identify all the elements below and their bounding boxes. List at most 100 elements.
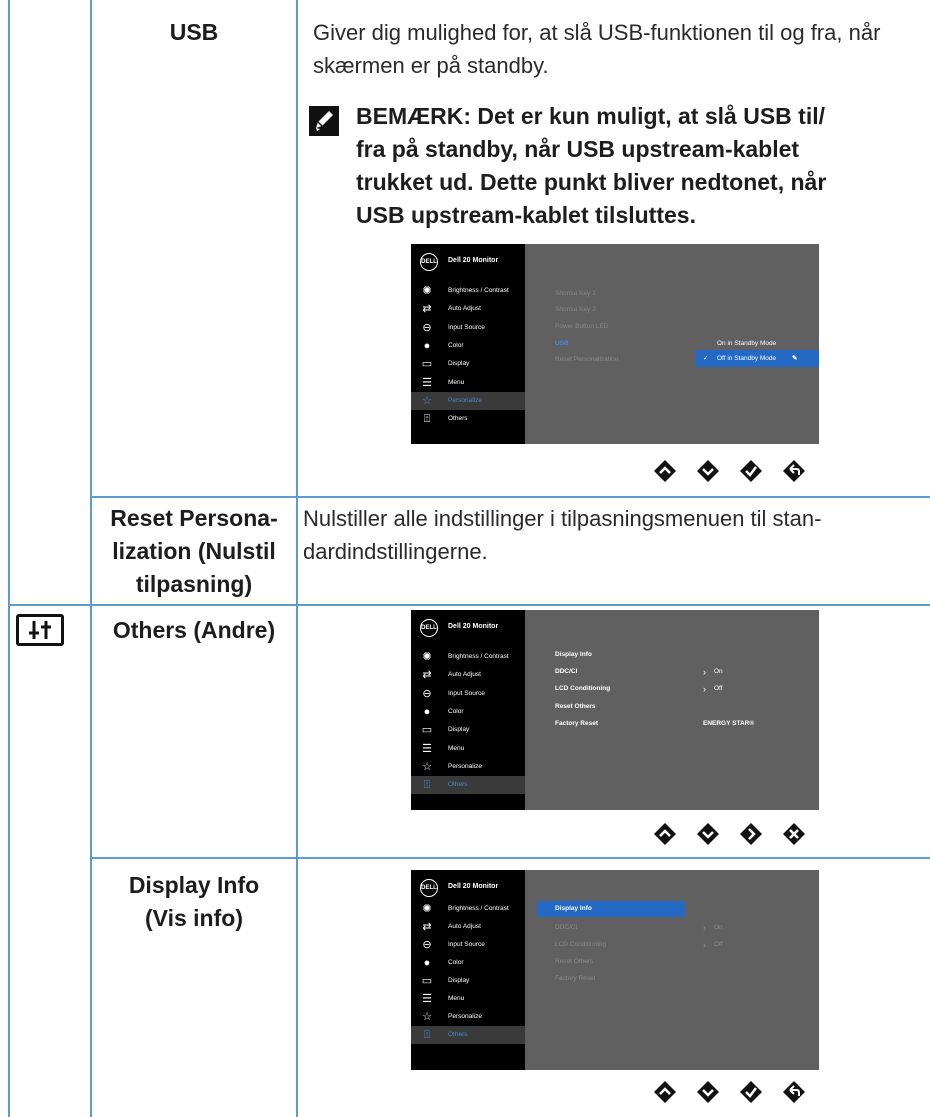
usb-label: USB xyxy=(169,19,219,45)
color-icon: ● xyxy=(423,957,431,969)
usb-description: Giver dig mulighed for, at slå USB-funkt… xyxy=(313,20,881,78)
display-info-label: Display Info (Vis info) xyxy=(128,872,260,931)
osd-item-display-info: Display Info xyxy=(555,905,592,912)
osd-ddc-value: On xyxy=(714,924,723,931)
display-icon: ▭ xyxy=(421,724,433,736)
osd-personalize-usb: DELL Dell 20 Monitor ✺ Brightness / Contr… xyxy=(411,244,819,444)
right-button-icon xyxy=(740,823,762,845)
table-left-border xyxy=(8,0,10,1117)
display-icon: ▭ xyxy=(421,975,433,987)
osd-right-panel xyxy=(525,610,819,810)
osd-arrow-icon: › xyxy=(703,940,706,950)
osd-nav-buttons-1 xyxy=(653,459,813,483)
osd-menu-others: ⍐ Others xyxy=(411,1026,525,1044)
osd-item-ddc-ci: DDC/CI xyxy=(555,668,578,675)
osd-item-usb: USB xyxy=(555,340,569,347)
osd-pencil-icon: ✎ xyxy=(792,355,798,362)
osd-item-shortcut-2: Shorcut Key 2 xyxy=(555,306,596,313)
osd-lcd-value: Off xyxy=(714,941,723,948)
osd-menu-auto-adjust: ⇄ Auto Adjust xyxy=(411,918,525,936)
osd-item-display-info: Display Info xyxy=(555,651,592,658)
input-source-icon: ⊖ xyxy=(422,688,432,700)
osd-factory-value: ENERGY STAR® xyxy=(703,720,755,727)
osd-menu-brightness: ✺ Brightness / Contrast xyxy=(411,282,525,300)
menu-icon: ☰ xyxy=(422,743,432,755)
osd-menu-auto-adjust: ⇄ Auto Adjust xyxy=(411,300,525,318)
row-divider-others xyxy=(8,604,930,606)
exit-button-icon xyxy=(783,823,805,845)
dell-logo: DELL xyxy=(420,619,438,637)
osd-title: Dell 20 Monitor xyxy=(448,257,499,264)
dell-logo: DELL xyxy=(420,253,438,271)
osd-item-factory-reset: Factory Reset xyxy=(555,975,596,982)
osd-menu-brightness: ✺ Brightness / Contrast xyxy=(411,900,525,918)
note-line: USB upstream-kablet tilsluttes. xyxy=(356,202,696,228)
others-icon: ⍐ xyxy=(423,413,431,425)
dell-logo: DELL xyxy=(420,879,438,897)
osd-menu-display: ▭ Display xyxy=(421,358,470,370)
osd-menu-display: ▭ Display xyxy=(421,975,470,987)
personalize-icon: ☆ xyxy=(422,761,432,773)
color-icon: ● xyxy=(423,340,431,352)
others-icon: ⍐ xyxy=(423,1029,431,1041)
back-button-icon xyxy=(783,1081,805,1103)
osd-title: Dell 20 Monitor xyxy=(448,883,499,890)
personalize-icon: ☆ xyxy=(422,395,432,407)
osd-nav-buttons-3 xyxy=(653,1080,813,1104)
brightness-icon: ✺ xyxy=(422,651,432,663)
note-line: BEMÆRK: Det er kun muligt, at slå USB ti… xyxy=(356,103,825,129)
others-icon: ⍐ xyxy=(423,779,431,791)
osd-menu-personalize: ☆ Personalize xyxy=(411,392,525,410)
osd-menu-input-source: ⊖ Input Source xyxy=(411,319,525,337)
osd-left-panel: DELL Dell 20 Monitor ✺ Brightness / Contr… xyxy=(411,610,525,810)
osd-item-ddc-ci: DDC/CI xyxy=(555,924,578,931)
osd-lcd-value: Off xyxy=(714,685,723,692)
up-button-icon xyxy=(654,823,676,845)
note-line: fra på standby, når USB upstream-kablet xyxy=(356,136,800,162)
up-button-icon xyxy=(654,460,676,482)
auto-adjust-icon: ⇄ xyxy=(422,669,432,681)
osd-item-factory-reset: Factory Reset xyxy=(555,720,598,727)
osd-menu-auto-adjust: ⇄ Auto Adjust xyxy=(411,666,525,684)
osd-item-reset-others: Reset Others xyxy=(555,703,596,710)
brightness-icon: ✺ xyxy=(422,285,432,297)
osd-display-info: DELL Dell 20 Monitor ✺ Brightness / Contr… xyxy=(411,870,819,1070)
personalize-icon: ☆ xyxy=(422,1011,432,1023)
osd-item-shortcut-1: Shorcut Key 1 xyxy=(555,290,596,297)
osd-check-icon: ✓ xyxy=(703,355,709,362)
input-source-icon: ⊖ xyxy=(422,939,432,951)
osd-arrow-icon: › xyxy=(703,684,706,694)
osd-menu-input-source: ⊖ Input Source xyxy=(411,936,525,954)
osd-item-power-led: Power Button LED xyxy=(555,323,609,330)
auto-adjust-icon: ⇄ xyxy=(422,303,432,315)
down-button-icon xyxy=(697,823,719,845)
row-divider-usb-reset xyxy=(90,496,930,498)
osd-menu-input-source: ⊖ Input Source xyxy=(411,685,525,703)
osd-usb-option-off: Off in Standby Mode xyxy=(717,355,777,362)
osd-menu-menu: ☰ Menu xyxy=(411,990,525,1008)
row-divider-display-info xyxy=(90,857,930,859)
input-source-icon: ⊖ xyxy=(422,322,432,334)
osd-usb-option-on: On in Standby Mode xyxy=(717,340,777,347)
down-button-icon xyxy=(697,460,719,482)
brightness-icon: ✺ xyxy=(422,903,432,915)
color-icon: ● xyxy=(423,706,431,718)
auto-adjust-icon: ⇄ xyxy=(422,921,432,933)
osd-menu-others: ⍐ Others xyxy=(411,410,525,428)
menu-icon: ☰ xyxy=(422,993,432,1005)
down-button-icon xyxy=(697,1081,719,1103)
note-line: trukket ud. Dette punkt bliver nedtonet,… xyxy=(356,169,827,195)
others-label: Others (Andre) xyxy=(112,617,276,643)
check-button-icon xyxy=(740,1081,762,1103)
note-pencil-icon xyxy=(309,106,339,136)
osd-nav-buttons-2 xyxy=(653,822,813,846)
osd-item-lcd-conditioning: LCD Conditioning xyxy=(555,941,606,948)
up-button-icon xyxy=(654,1081,676,1103)
reset-personalization-label: Reset Persona- lization (Nulstil tilpasn… xyxy=(110,505,278,597)
osd-menu-color: ● Color xyxy=(411,954,525,972)
table-column-divider-1 xyxy=(90,0,92,1117)
back-button-icon xyxy=(783,460,805,482)
osd-left-panel: DELL Dell 20 Monitor ✺ Brightness / Contr… xyxy=(411,244,525,444)
osd-title: Dell 20 Monitor xyxy=(448,623,499,630)
osd-item-reset-personalization: Reset Personalization xyxy=(555,356,619,363)
